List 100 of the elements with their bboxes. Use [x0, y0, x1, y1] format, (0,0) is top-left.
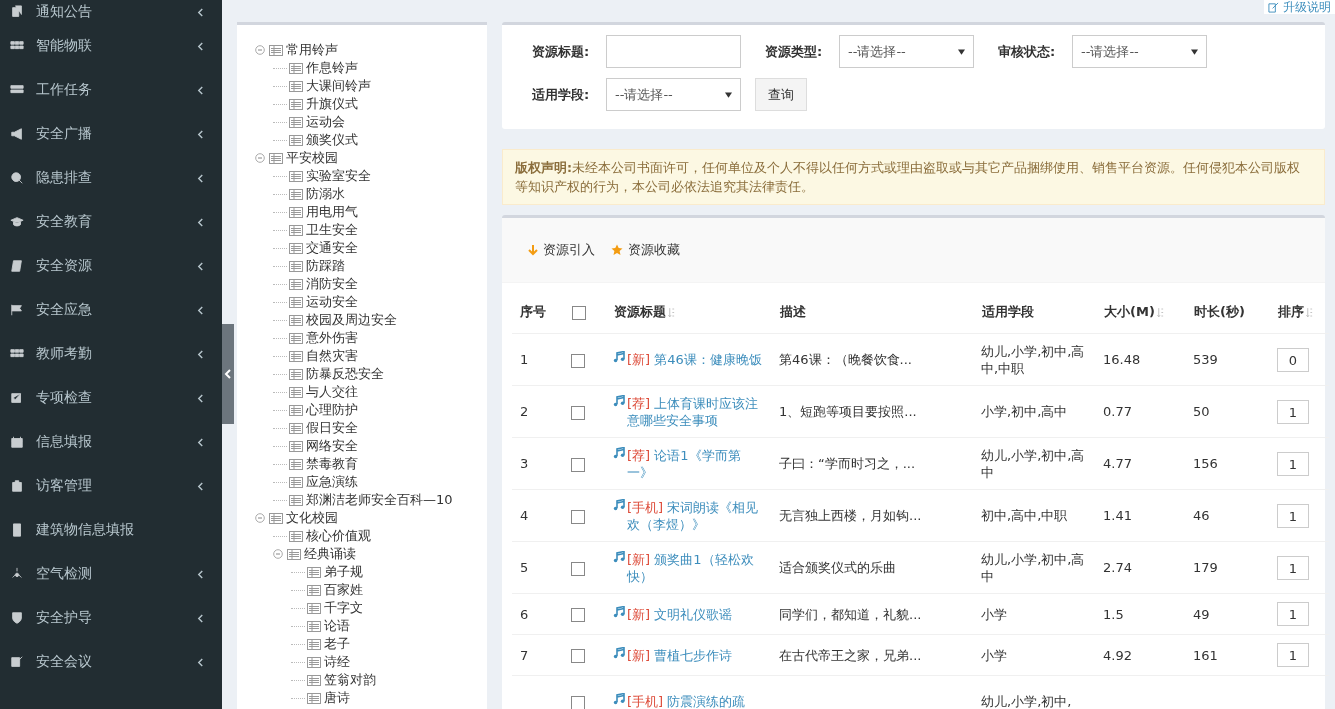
resource-link[interactable]: [新] 颁奖曲1（轻松欢快）: [627, 550, 763, 585]
sidebar-item[interactable]: 信息填报: [0, 420, 222, 464]
sidebar-item[interactable]: 教师考勤: [0, 332, 222, 376]
resource-link[interactable]: [新] 文明礼仪歌谣: [627, 605, 763, 623]
tree-item[interactable]: 笠翁对韵: [324, 671, 376, 689]
tree-item[interactable]: 校园及周边安全: [306, 311, 397, 329]
tree-item[interactable]: 经典诵读: [304, 545, 356, 563]
tree-item[interactable]: 禁毒教育: [306, 455, 358, 473]
resource-link[interactable]: [手机] 宋词朗读《相见欢（李煜）》: [627, 498, 763, 533]
upgrade-link[interactable]: 升级说明: [1264, 0, 1335, 14]
checkbox[interactable]: [571, 457, 585, 472]
checkbox[interactable]: [571, 649, 585, 663]
tree-item[interactable]: 平安校园: [286, 149, 338, 167]
sidebar-item[interactable]: 隐患排查: [0, 156, 222, 200]
tree-item[interactable]: 消防安全: [306, 275, 358, 293]
tree-item[interactable]: 卫生安全: [306, 221, 358, 239]
tree-item[interactable]: 运动会: [306, 113, 345, 131]
column-header[interactable]: 大小(M): [1104, 304, 1155, 319]
tree-item[interactable]: 交通安全: [306, 239, 358, 257]
sidebar-item[interactable]: 安全护导: [0, 596, 222, 640]
column-header[interactable]: 适用学段: [982, 304, 1034, 319]
order-input[interactable]: 1: [1277, 503, 1309, 528]
tree-item[interactable]: 核心价值观: [306, 527, 371, 545]
tree-item[interactable]: 老子: [324, 635, 350, 653]
select-field[interactable]: --请选择--: [1072, 35, 1207, 68]
sidebar-item[interactable]: 建筑物信息填报: [0, 508, 222, 552]
checkbox[interactable]: [571, 695, 585, 709]
tree-item[interactable]: 文化校园: [286, 509, 338, 527]
title-input[interactable]: [606, 35, 741, 68]
sidebar-item[interactable]: 安全资源: [0, 244, 222, 288]
tree-item[interactable]: 网络安全: [306, 437, 358, 455]
tree-item[interactable]: 唐诗: [324, 689, 350, 707]
collapse-icon[interactable]: [255, 153, 265, 163]
sidebar-item[interactable]: 安全广播: [0, 112, 222, 156]
checkbox[interactable]: [571, 405, 585, 420]
tree-item[interactable]: 防溺水: [306, 185, 345, 203]
tree-item[interactable]: 心理防护: [306, 401, 358, 419]
checkbox[interactable]: [571, 353, 585, 368]
tree-item[interactable]: 常用铃声: [286, 41, 338, 59]
tree-item[interactable]: 弟子规: [324, 563, 363, 581]
search-button[interactable]: 查询: [755, 78, 807, 111]
toolbar-button[interactable]: 资源引入: [528, 241, 595, 259]
resource-link[interactable]: [荐] 上体育课时应该注意哪些安全事项: [627, 394, 763, 429]
order-input[interactable]: 1: [1277, 399, 1309, 424]
collapse-icon[interactable]: [255, 513, 265, 523]
sidebar-item[interactable]: 安全应急: [0, 288, 222, 332]
checkbox[interactable]: [571, 561, 585, 576]
select-field[interactable]: --请选择--: [606, 78, 741, 111]
tree-item[interactable]: 郑渊洁老师安全百科—10: [306, 491, 453, 509]
collapse-icon[interactable]: [255, 45, 265, 55]
tree-item[interactable]: 与人交往: [306, 383, 358, 401]
sidebar-item[interactable]: 安全教育: [0, 200, 222, 244]
checkbox[interactable]: [571, 509, 585, 524]
sidebar-item[interactable]: 智能物联: [0, 24, 222, 68]
tree-item[interactable]: 升旗仪式: [306, 95, 358, 113]
tree-item[interactable]: 假日安全: [306, 419, 358, 437]
collapse-icon[interactable]: [273, 549, 283, 559]
tree-item[interactable]: 防暴反恐安全: [306, 365, 384, 383]
column-header[interactable]: 序号: [520, 304, 546, 319]
tree-item[interactable]: 意外伤害: [306, 329, 358, 347]
tree-item[interactable]: 用电用气: [306, 203, 358, 221]
tree-item[interactable]: 实验室安全: [306, 167, 371, 185]
tree-item[interactable]: 千字文: [324, 599, 363, 617]
toolbar-button[interactable]: 资源收藏: [611, 241, 680, 259]
sidebar-item[interactable]: 访客管理: [0, 464, 222, 508]
checkbox[interactable]: [571, 608, 585, 622]
resource-link[interactable]: [新] 第46课：健康晚饭: [627, 351, 763, 368]
sidebar-item[interactable]: 通知公告: [0, 0, 222, 24]
table-cell: 适合颁奖仪式的乐曲: [779, 560, 896, 575]
order-input[interactable]: 1: [1277, 555, 1309, 580]
tree-item[interactable]: 运动安全: [306, 293, 358, 311]
tree-item[interactable]: 应急演练: [306, 473, 358, 491]
tree-item[interactable]: 作息铃声: [306, 59, 358, 77]
tree-item[interactable]: 防踩踏: [306, 257, 345, 275]
tree-item[interactable]: 诗经: [324, 653, 350, 671]
sidebar-item[interactable]: 空气检测: [0, 552, 222, 596]
collapse-handle[interactable]: [222, 324, 234, 424]
column-header[interactable]: 时长(秒): [1194, 304, 1245, 319]
table-cell: 6: [520, 606, 529, 622]
resource-link[interactable]: [荐] 论语1《学而第一》: [627, 446, 763, 481]
checkbox[interactable]: [572, 305, 586, 320]
column-header[interactable]: 排序: [1278, 304, 1304, 319]
resource-link[interactable]: [新] 曹植七步作诗: [627, 646, 763, 664]
tree-item[interactable]: 论语: [324, 617, 350, 635]
column-header[interactable]: 描述: [780, 304, 806, 319]
tree-item[interactable]: 颁奖仪式: [306, 131, 358, 149]
table-cell: 在古代帝王之家，兄弟...: [779, 647, 922, 663]
tree-item[interactable]: 大课间铃声: [306, 77, 371, 95]
tree-item[interactable]: 百家姓: [324, 581, 363, 599]
sidebar-item[interactable]: 专项检查: [0, 376, 222, 420]
column-header[interactable]: 资源标题: [614, 304, 666, 319]
sidebar-item[interactable]: 安全会议: [0, 640, 222, 684]
order-input[interactable]: 1: [1277, 602, 1309, 626]
select-field[interactable]: --请选择--: [839, 35, 974, 68]
order-input[interactable]: 1: [1277, 451, 1309, 476]
order-input[interactable]: 1: [1277, 643, 1309, 667]
sidebar-item[interactable]: 工作任务: [0, 68, 222, 112]
order-input[interactable]: 0: [1277, 347, 1309, 372]
tree-item[interactable]: 自然灾害: [306, 347, 358, 365]
resource-link[interactable]: [手机] 防震演练的疏: [627, 693, 763, 709]
